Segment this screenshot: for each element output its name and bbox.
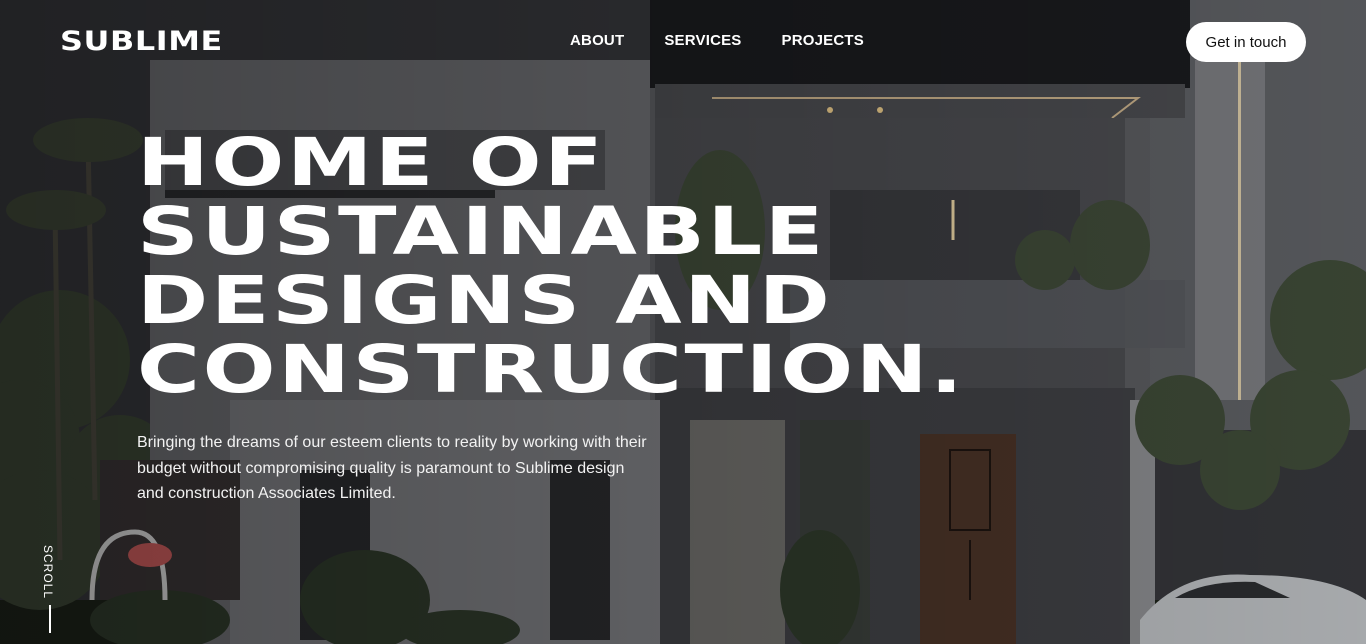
headline-line: CONSTRUCTION. (137, 331, 966, 408)
headline-line: SUSTAINABLE (137, 193, 826, 270)
hero-section: SUBLIME ABOUT SERVICES PROJECTS Get in t… (0, 0, 1366, 644)
nav-services-link[interactable]: SERVICES (664, 32, 741, 49)
main-nav: ABOUT SERVICES PROJECTS (570, 32, 864, 49)
nav-projects-link[interactable]: PROJECTS (782, 32, 864, 49)
hero-headline: HOME OF SUSTAINABLE DESIGNS AND CONSTRUC… (137, 128, 1037, 404)
nav-about-link[interactable]: ABOUT (570, 32, 624, 49)
hero-description: Bringing the dreams of our esteem client… (137, 434, 647, 502)
get-in-touch-button[interactable]: Get in touch (1186, 22, 1306, 62)
scroll-indicator[interactable]: SCROLL (41, 545, 61, 634)
scroll-label: SCROLL (41, 545, 55, 600)
brand-logo[interactable]: SUBLIME (60, 26, 223, 57)
scroll-line (49, 605, 51, 634)
headline-line: HOME OF (137, 124, 606, 201)
headline-line: DESIGNS AND (137, 262, 833, 339)
